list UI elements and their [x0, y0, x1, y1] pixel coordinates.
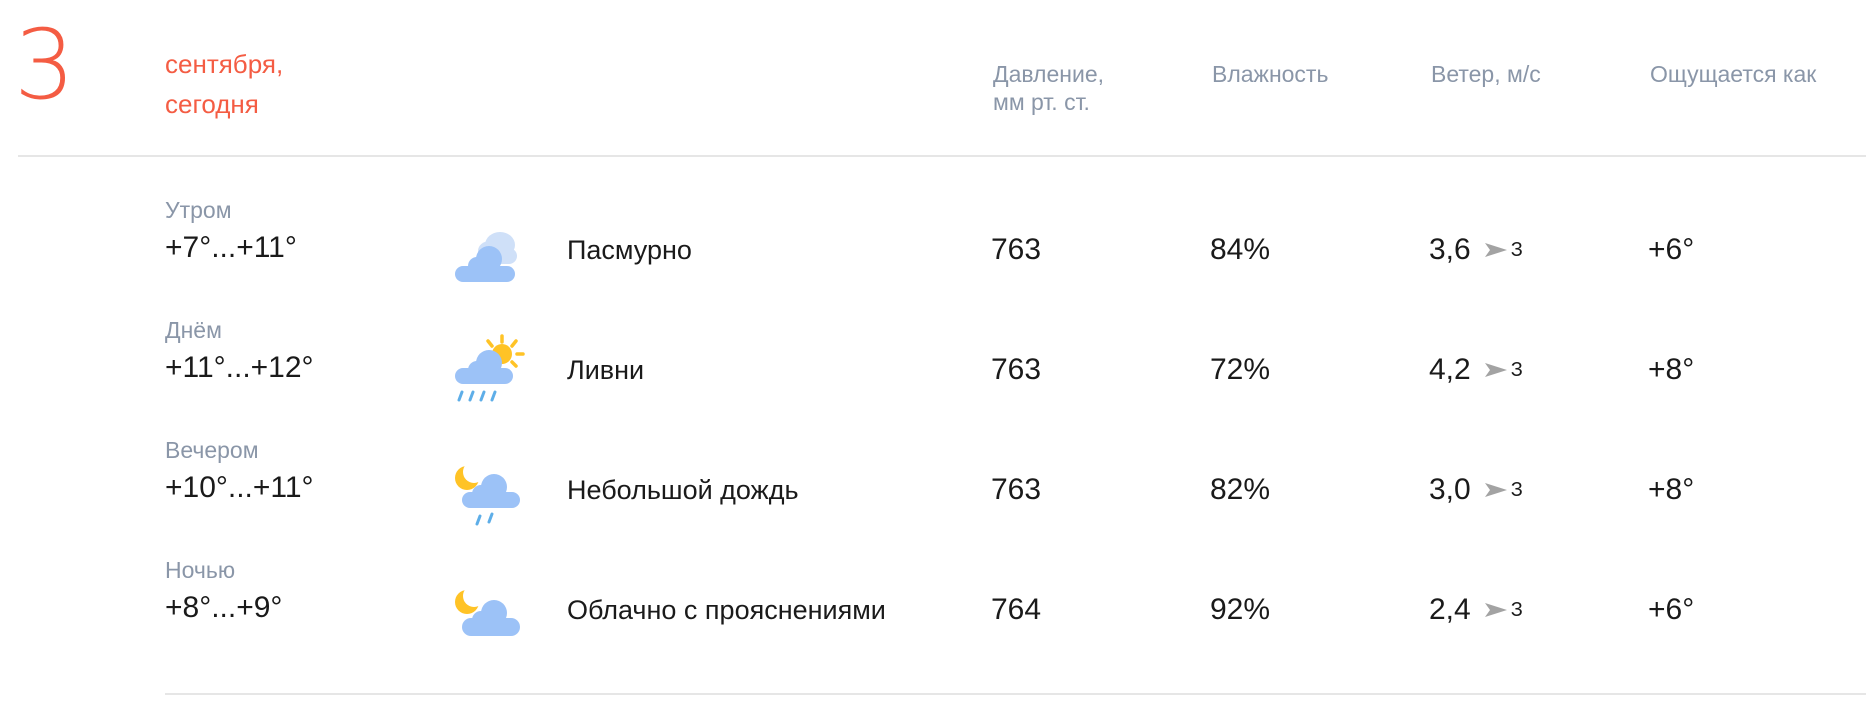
wind-info: 3,6 З [1429, 230, 1523, 270]
day-number: 3 [14, 9, 75, 121]
pressure-value: 763 [991, 233, 1042, 266]
footer-divider [165, 693, 1866, 695]
today-label: сегодня [165, 89, 259, 119]
humidity-value: 84% [1210, 233, 1271, 266]
wind-info: 4,2 З [1429, 350, 1523, 390]
condition-text: Пасмурно [567, 235, 692, 265]
pressure-header-line2: мм рт. ст. [993, 89, 1090, 115]
forecast-row-morning: Утром +7°...+11° Пасмурно 763 84% 3,6 З … [0, 196, 1866, 316]
wind-info: 2,4 З [1429, 590, 1523, 630]
wind-direction-arrow-icon [1484, 483, 1507, 497]
column-header-feels-like: Ощущается как [1650, 61, 1817, 87]
humidity-value: 82% [1210, 473, 1271, 506]
pressure-value: 763 [991, 353, 1042, 386]
wind-direction-arrow-icon [1484, 243, 1507, 257]
temperature-range: +8°...+9° [165, 591, 283, 624]
wind-direction: З [1510, 599, 1523, 621]
period-label: Утром [165, 197, 232, 223]
overcast-icon [450, 214, 530, 294]
sun-showers-icon [450, 334, 530, 414]
wind-speed: 3,6 [1429, 233, 1471, 266]
night-partly-cloudy-icon [450, 574, 530, 654]
day-label: сентября, сегодня [165, 44, 283, 124]
wind-speed: 3,0 [1429, 473, 1471, 506]
wind-direction: З [1510, 359, 1523, 381]
period-label: Днём [165, 317, 222, 343]
temperature-range: +11°...+12° [165, 351, 314, 384]
humidity-value: 92% [1210, 593, 1271, 626]
wind-direction-arrow-icon [1484, 603, 1507, 617]
condition-text: Ливни [567, 355, 645, 385]
column-header-humidity: Влажность [1212, 61, 1329, 87]
forecast-row-evening: Вечером +10°...+11° Небольшой дождь 763 … [0, 436, 1866, 556]
feels-like-value: +8° [1648, 473, 1695, 506]
wind-speed: 2,4 [1429, 593, 1471, 626]
wind-speed: 4,2 [1429, 353, 1471, 386]
temperature-range: +7°...+11° [165, 231, 297, 264]
wind-info: 3,0 З [1429, 470, 1523, 510]
pressure-value: 763 [991, 473, 1042, 506]
wind-direction: З [1510, 479, 1523, 501]
feels-like-value: +6° [1648, 233, 1695, 266]
period-label: Вечером [165, 437, 259, 463]
night-light-rain-icon [450, 454, 530, 534]
condition-text: Облачно с прояснениями [567, 595, 886, 625]
pressure-value: 764 [991, 593, 1042, 626]
condition-text: Небольшой дождь [567, 475, 799, 505]
feels-like-value: +6° [1648, 593, 1695, 626]
column-header-wind: Ветер, м/с [1431, 61, 1541, 87]
period-label: Ночью [165, 557, 236, 583]
header-divider [18, 155, 1866, 157]
forecast-row-night: Ночью +8°...+9° Облачно с прояснениями 7… [0, 556, 1866, 676]
wind-direction-arrow-icon [1484, 363, 1507, 377]
weather-day-details: 3 сентября, сегодня Давление, мм рт. ст.… [0, 0, 1866, 704]
feels-like-value: +8° [1648, 353, 1695, 386]
pressure-header-line1: Давление, [993, 61, 1105, 87]
forecast-row-day: Днём +11°...+12° Ливни 763 72% 4,2 З +8° [0, 316, 1866, 436]
humidity-value: 72% [1210, 353, 1271, 386]
temperature-range: +10°...+11° [165, 471, 314, 504]
month-label: сентября, [165, 49, 284, 79]
wind-direction: З [1510, 239, 1523, 261]
column-header-pressure: Давление, мм рт. ст. [993, 60, 1104, 116]
